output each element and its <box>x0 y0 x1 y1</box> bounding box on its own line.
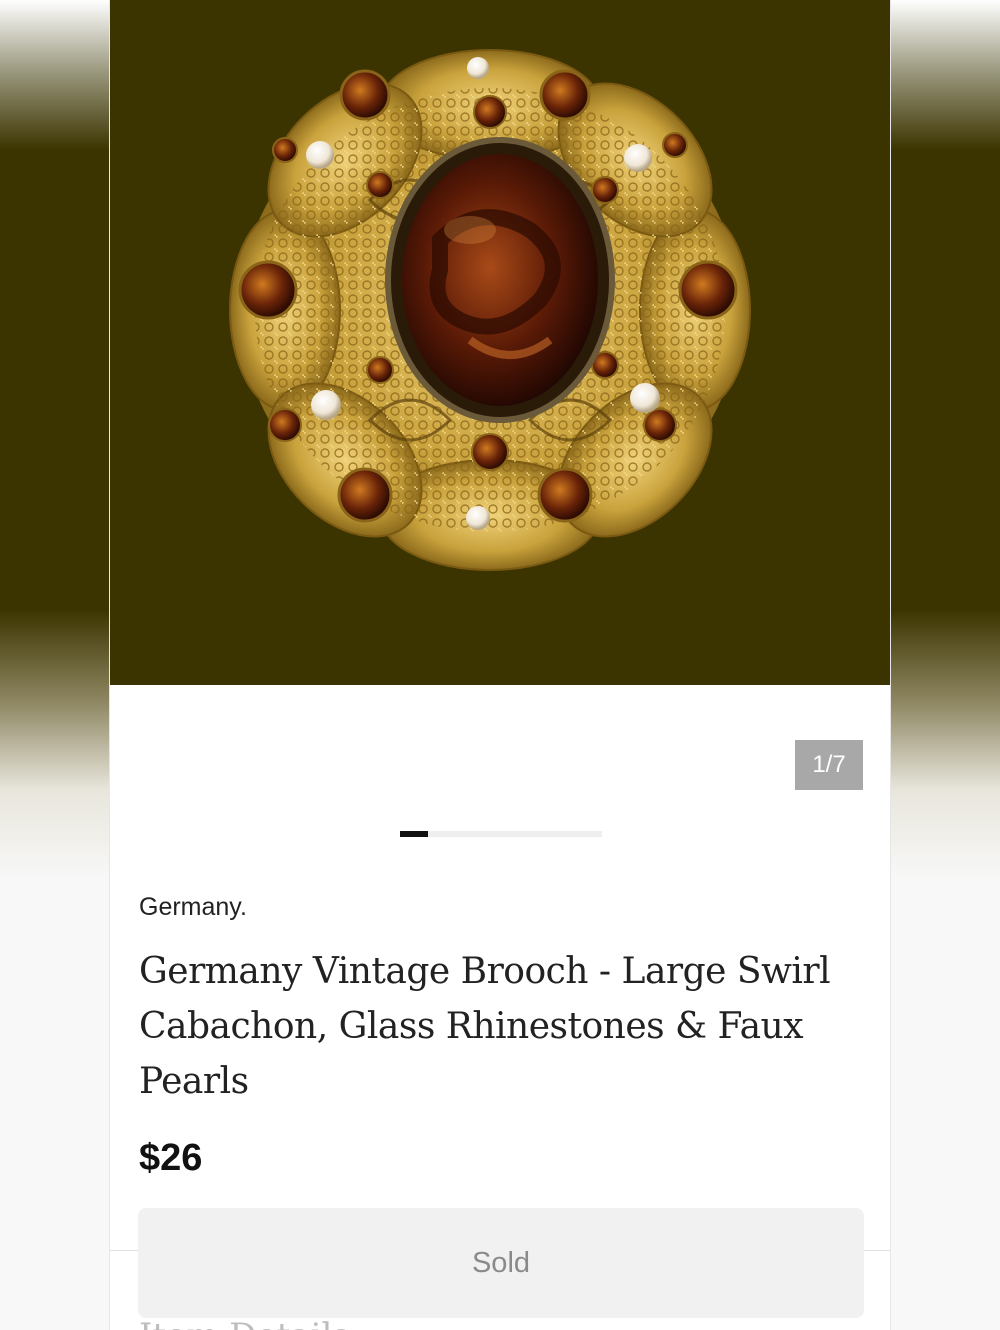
brooch-photo <box>229 49 751 571</box>
gallery-progress-indicator <box>400 831 429 837</box>
item-details-heading[interactable]: Item Details <box>139 1316 350 1330</box>
product-page: 1/7 Germany. Germany Vintage Brooch - La… <box>109 0 891 1330</box>
gallery-progress-bar <box>400 831 602 837</box>
sold-button[interactable]: Sold <box>138 1208 864 1318</box>
image-counter: 1/7 <box>795 740 863 790</box>
shop-name[interactable]: Germany. <box>139 893 247 922</box>
product-price: $26 <box>139 1137 203 1179</box>
swirl-cabochon <box>385 137 615 423</box>
product-title: Germany Vintage Brooch - Large Swirl Cab… <box>139 951 831 1102</box>
image-gallery[interactable] <box>110 0 890 685</box>
